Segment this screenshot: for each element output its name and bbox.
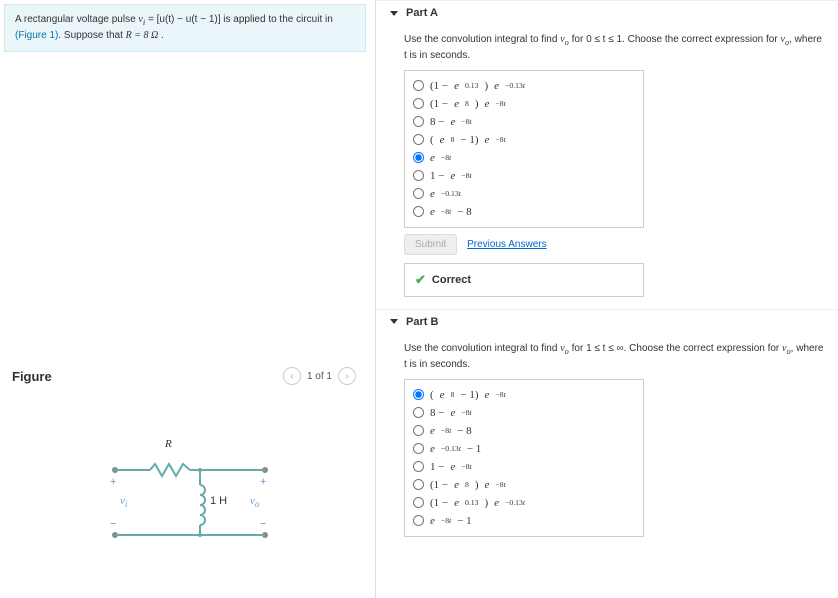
figure-prev-button[interactable]: ‹ bbox=[283, 367, 301, 385]
part-a-option-0[interactable]: (1 − e0.13)e−0.13t bbox=[413, 77, 635, 95]
part-b-option-0[interactable]: (e8 − 1)e−8t bbox=[413, 386, 635, 404]
inductor-label: 1 H bbox=[210, 495, 227, 507]
figure-title: Figure bbox=[12, 369, 52, 384]
figure-header: Figure ‹ 1 of 1 › bbox=[4, 363, 364, 389]
part-b-option-2[interactable]: e−8t − 8 bbox=[413, 422, 635, 440]
part-b-options: (e8 − 1)e−8t 8 − e−8t e−8t − 8 e−0.13t −… bbox=[404, 379, 644, 537]
part-a-header[interactable]: Part A bbox=[376, 0, 838, 25]
part-a-option-5[interactable]: 1 − e−8t bbox=[413, 167, 635, 185]
plus-left: + bbox=[110, 476, 116, 488]
part-b-option-7[interactable]: e−8t − 1 bbox=[413, 512, 635, 530]
part-b-option-6[interactable]: (1 − e0.13)e−0.13t bbox=[413, 494, 635, 512]
part-a-option-2[interactable]: 8 − e−8t bbox=[413, 113, 635, 131]
part-a-options: (1 − e0.13)e−0.13t (1 − e8)e−8t 8 − e−8t… bbox=[404, 70, 644, 228]
resistor-label: R bbox=[165, 438, 172, 450]
part-a-option-3[interactable]: (e8 − 1)e−8t bbox=[413, 131, 635, 149]
part-a-prompt: Use the convolution integral to find vo … bbox=[404, 33, 824, 62]
part-a-submit-button[interactable]: Submit bbox=[404, 234, 457, 255]
part-a-previous-answers-link[interactable]: Previous Answers bbox=[467, 239, 546, 250]
circuit-figure: R 1 H vi vo + − + − bbox=[100, 440, 280, 560]
part-a-title: Part A bbox=[406, 7, 438, 19]
part-b-prompt: Use the convolution integral to find vo … bbox=[404, 342, 824, 371]
part-a-option-4[interactable]: e−8t bbox=[413, 149, 635, 167]
check-icon: ✔ bbox=[415, 272, 426, 288]
figure-link[interactable]: (Figure 1) bbox=[15, 30, 58, 41]
problem-statement: A rectangular voltage pulse vi = [u(t) −… bbox=[4, 4, 366, 52]
part-b-option-3[interactable]: e−0.13t − 1 bbox=[413, 440, 635, 458]
minus-right: − bbox=[260, 518, 266, 530]
part-a-correct-label: Correct bbox=[432, 274, 471, 286]
plus-right: + bbox=[260, 476, 266, 488]
part-a-option-1[interactable]: (1 − e8)e−8t bbox=[413, 95, 635, 113]
problem-text-pre: A rectangular voltage pulse bbox=[15, 14, 138, 25]
part-b-option-4[interactable]: 1 − e−8t bbox=[413, 458, 635, 476]
part-a-option-7[interactable]: e−8t − 8 bbox=[413, 203, 635, 221]
part-b-option-5[interactable]: (1 − e8)e−8t bbox=[413, 476, 635, 494]
part-b-header[interactable]: Part B bbox=[376, 309, 838, 334]
part-b-option-1[interactable]: 8 − e−8t bbox=[413, 404, 635, 422]
figure-next-button[interactable]: › bbox=[338, 367, 356, 385]
problem-eq: = [u(t) − u(t − 1)] is applied to the ci… bbox=[145, 14, 333, 25]
chevron-down-icon bbox=[390, 11, 398, 16]
part-a-option-6[interactable]: e−0.13t bbox=[413, 185, 635, 203]
minus-left: − bbox=[110, 518, 116, 530]
figure-counter: 1 of 1 bbox=[307, 371, 332, 382]
part-b-title: Part B bbox=[406, 316, 438, 328]
chevron-down-icon bbox=[390, 319, 398, 324]
part-a-correct-box: ✔ Correct bbox=[404, 263, 644, 297]
